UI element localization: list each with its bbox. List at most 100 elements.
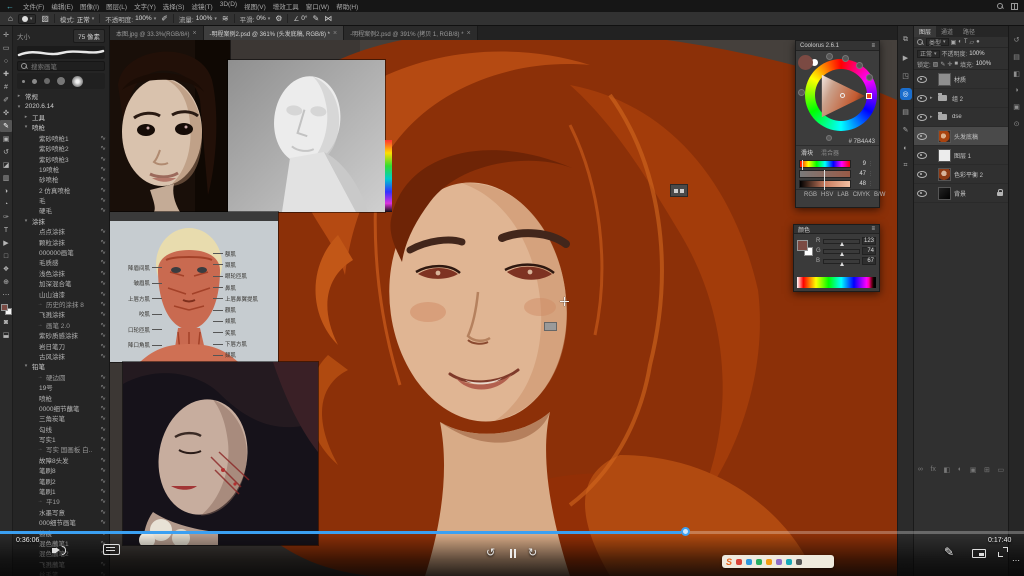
expand-arrow-icon[interactable]: ▾ bbox=[16, 104, 22, 110]
layer-row[interactable]: 图层 1 bbox=[914, 146, 1008, 165]
color-mode[interactable]: CMYK bbox=[853, 192, 870, 198]
brush-item[interactable]: 0000细节蘸笔 ∿ bbox=[13, 403, 109, 413]
brush-item[interactable]: 古风涂抹 ∿ bbox=[13, 351, 109, 361]
link-icon[interactable]: ∞ bbox=[918, 466, 923, 474]
smoothing-control[interactable]: 平滑:0%▾ bbox=[240, 14, 271, 24]
channel-slider[interactable]: G 74 bbox=[816, 247, 876, 255]
harmony-dot[interactable] bbox=[866, 74, 873, 81]
brush-panel-toggle-icon[interactable]: ▨ bbox=[41, 14, 49, 23]
brush-item[interactable]: → 画笔 2.0 ∿ bbox=[13, 320, 109, 330]
layers-panel-tab[interactable]: 图层 bbox=[914, 26, 936, 37]
triangle-selector[interactable] bbox=[840, 93, 845, 98]
document-tab[interactable]: -明程案例2.psd @ 391% (拷贝 1, RGB/8) * × bbox=[344, 26, 478, 40]
tool-icon[interactable]: ✜ bbox=[0, 107, 12, 119]
brush-item[interactable]: 喷枪 ∿ bbox=[13, 392, 109, 402]
saturation-slider[interactable]: 47⋮ bbox=[796, 169, 879, 179]
group-arrow-icon[interactable]: ▸ bbox=[930, 95, 935, 101]
expand-arrow-icon[interactable]: ▾ bbox=[23, 218, 29, 224]
brush-angle-control[interactable]: ∠0° bbox=[293, 15, 307, 23]
brush-item[interactable]: 硬毛 ∿ bbox=[13, 205, 109, 215]
brush-item[interactable]: 水墨写意 ∿ bbox=[13, 507, 109, 517]
brush-item[interactable]: 点点涂抹 ∿ bbox=[13, 226, 109, 236]
brush-item[interactable]: ▾ 2020.6.14 ∿ bbox=[13, 101, 109, 111]
brush-item[interactable]: 毛 ∿ bbox=[13, 195, 109, 205]
tab-close-icon[interactable]: × bbox=[467, 30, 471, 37]
brush-item[interactable]: → 硬边圆 ∿ bbox=[13, 372, 109, 382]
layer-row[interactable]: 材质 bbox=[914, 70, 1008, 89]
visibility-eye-icon[interactable] bbox=[917, 93, 927, 103]
brush-item[interactable]: → 平19 ∿ bbox=[13, 496, 109, 506]
visibility-eye-icon[interactable] bbox=[917, 112, 927, 122]
filter-adjust-icon[interactable]: ◐ bbox=[958, 39, 962, 45]
lock-position-icon[interactable]: ✛ bbox=[947, 61, 952, 68]
menu-item[interactable]: 3D(D) bbox=[220, 1, 237, 11]
visibility-eye-icon[interactable] bbox=[917, 150, 927, 160]
properties-icon[interactable]: ◧ bbox=[1013, 70, 1020, 78]
picture-in-picture-icon[interactable] bbox=[972, 549, 986, 558]
expand-arrow-icon[interactable]: ▸ bbox=[23, 114, 29, 120]
tool-icon[interactable]: ▣ bbox=[0, 133, 12, 145]
quick-mask-icon[interactable]: ◙ bbox=[0, 316, 12, 328]
rewind-icon[interactable]: ↺ bbox=[486, 546, 495, 559]
libraries-icon[interactable]: ▣ bbox=[1013, 103, 1020, 111]
home-icon[interactable]: ⌂ bbox=[8, 14, 13, 23]
brush-item[interactable]: 紫砂喷枪2 ∿ bbox=[13, 143, 109, 153]
lock-pixels-icon[interactable]: ✎ bbox=[940, 61, 945, 68]
layer-thumbnail[interactable] bbox=[938, 168, 951, 181]
visibility-eye-icon[interactable] bbox=[917, 131, 927, 141]
arrange-icon[interactable]: ⧉ bbox=[900, 34, 912, 46]
new-layer-icon[interactable]: ⊞ bbox=[984, 466, 990, 474]
tool-icon[interactable]: ✚ bbox=[0, 68, 12, 80]
ime-icon[interactable] bbox=[776, 559, 782, 565]
brush-item[interactable]: 000细节画笔 ∿ bbox=[13, 517, 109, 527]
brush-item[interactable]: ▸ 工具 ∿ bbox=[13, 112, 109, 122]
info-icon[interactable]: ◑ bbox=[1014, 87, 1018, 94]
harmony-dot[interactable] bbox=[826, 135, 832, 141]
brush-item[interactable]: 2 仿真喷枪 ∿ bbox=[13, 185, 109, 195]
menu-item[interactable]: 编辑(E) bbox=[51, 1, 73, 11]
brush-item[interactable]: ▾ 铅笔 ∿ bbox=[13, 361, 109, 371]
spectrum-ramp[interactable] bbox=[797, 277, 876, 288]
ime-icon[interactable] bbox=[796, 559, 802, 565]
ime-icon[interactable] bbox=[786, 559, 792, 565]
menu-item[interactable]: 图层(L) bbox=[106, 1, 127, 11]
ime-icon[interactable] bbox=[756, 559, 762, 565]
layer-name[interactable]: 图层 1 bbox=[954, 151, 1005, 160]
layer-row[interactable]: 背景 bbox=[914, 184, 1008, 203]
document-tab[interactable]: 本图.jpg @ 33.3%(RGB/8#) × bbox=[110, 26, 204, 40]
layer-thumbnail[interactable] bbox=[938, 73, 951, 86]
menu-item[interactable]: 帮助(H) bbox=[336, 1, 358, 11]
expand-arrow-icon[interactable]: ▾ bbox=[23, 363, 29, 369]
blend-mode-select[interactable]: 正常▾ bbox=[917, 50, 940, 58]
brush-item[interactable]: 勾线 ∿ bbox=[13, 424, 109, 434]
menu-item[interactable]: 文件(F) bbox=[23, 1, 44, 11]
layer-thumbnail[interactable] bbox=[938, 114, 947, 120]
expand-arrow-icon[interactable]: → bbox=[37, 498, 43, 504]
delete-icon[interactable]: ▭ bbox=[997, 466, 1004, 474]
expand-arrow-icon[interactable]: ▸ bbox=[16, 93, 22, 99]
lock-all-icon[interactable]: ■ bbox=[954, 61, 958, 67]
tool-icon[interactable]: ✎ bbox=[0, 120, 12, 132]
tab-sliders[interactable]: 滑块 bbox=[801, 148, 813, 157]
back-arrow-icon[interactable]: ← bbox=[6, 2, 14, 11]
brush-settings-icon[interactable]: ✎ bbox=[900, 124, 912, 136]
expand-arrow-icon[interactable]: → bbox=[37, 301, 43, 307]
brush-item[interactable]: 飞溅蘸笔 ∿ bbox=[13, 559, 109, 569]
tab-close-icon[interactable]: × bbox=[333, 30, 337, 37]
brush-item[interactable]: 砂喷枪 ∿ bbox=[13, 174, 109, 184]
forward-icon[interactable]: ↻ bbox=[528, 546, 537, 559]
filter-pixel-icon[interactable]: ▣ bbox=[951, 39, 957, 46]
foreground-background-swatches[interactable] bbox=[1, 304, 12, 315]
brush-search-input[interactable]: 搜索画笔 bbox=[17, 61, 105, 71]
brush-item[interactable]: 浅色涂抹 ∿ bbox=[13, 268, 109, 278]
brush-item[interactable]: 三角炭笔 ∿ bbox=[13, 413, 109, 423]
adjustment-icon[interactable]: ◐ bbox=[958, 466, 962, 474]
history-icon[interactable]: ↺ bbox=[1014, 36, 1020, 44]
ime-icon[interactable] bbox=[746, 559, 752, 565]
pressure-opacity-icon[interactable]: ✐ bbox=[161, 14, 168, 23]
harmony-dot[interactable] bbox=[826, 53, 833, 60]
tool-icon[interactable]: ▶ bbox=[0, 237, 12, 249]
layer-name[interactable]: dse bbox=[952, 114, 1005, 120]
fill-value[interactable]: 100% bbox=[976, 61, 991, 67]
tool-icon[interactable]: ✐ bbox=[0, 94, 12, 106]
